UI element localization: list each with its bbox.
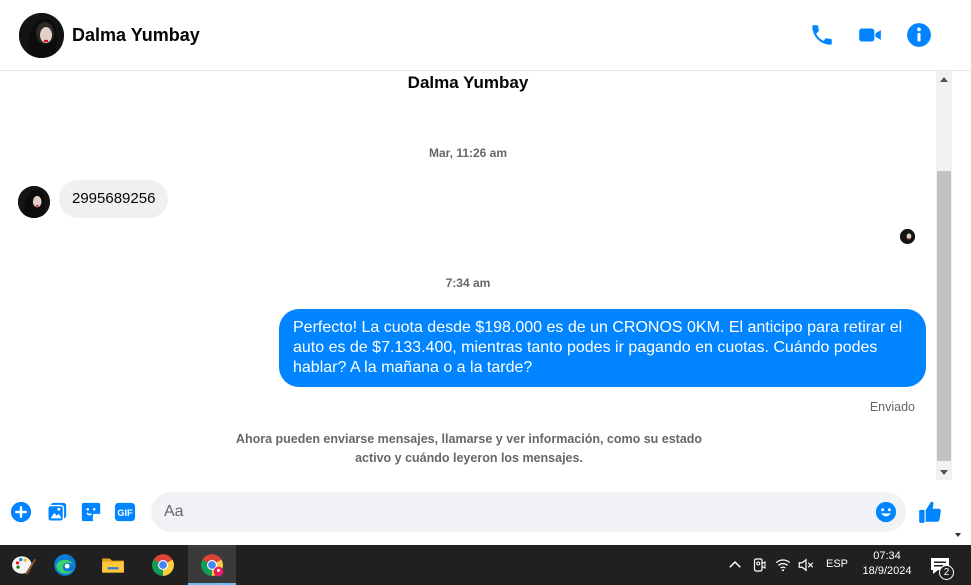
sticker-icon[interactable] — [80, 501, 102, 523]
message-timestamp: 7:34 am — [445, 276, 491, 290]
meet-now-icon[interactable] — [750, 556, 768, 574]
seen-indicator-avatar — [900, 229, 915, 244]
sent-status: Enviado — [869, 400, 915, 414]
clock-time: 07:34 — [873, 550, 901, 562]
language-indicator[interactable]: ESP — [826, 558, 848, 570]
photo-icon[interactable] — [46, 501, 68, 523]
conversation-title: Dalma Yumbay — [407, 73, 529, 92]
incoming-message-bubble[interactable]: 2995689256 — [59, 180, 169, 218]
message-composer: GIF — [0, 480, 971, 545]
speaker-muted-icon[interactable] — [797, 556, 815, 574]
notification-count-badge: 2 — [939, 565, 954, 580]
chrome-profile-icon[interactable] — [188, 545, 236, 585]
message-list: Dalma Yumbay Mar, 11:26 am 2995689256 7:… — [0, 71, 936, 480]
windows-taskbar: ESP 07:34 18/9/2024 2 — [0, 545, 971, 585]
contact-name[interactable]: Dalma Yumbay — [72, 25, 200, 46]
system-clock[interactable]: 07:34 18/9/2024 — [858, 549, 916, 579]
contact-avatar[interactable] — [19, 13, 64, 58]
chrome-icon[interactable] — [139, 545, 187, 585]
privacy-notice: Ahora pueden enviarse mensajes, llamarse… — [235, 432, 703, 465]
gif-label: GIF — [117, 508, 133, 518]
message-input[interactable] — [164, 492, 864, 532]
sender-avatar[interactable] — [18, 186, 50, 218]
info-icon[interactable] — [906, 22, 932, 48]
message-scrollbar[interactable] — [936, 71, 952, 480]
phone-icon[interactable] — [809, 22, 835, 48]
edge-icon[interactable] — [41, 545, 89, 585]
chat-header: Dalma Yumbay — [0, 0, 971, 71]
emoji-icon[interactable] — [875, 501, 897, 523]
clock-date: 18/9/2024 — [862, 565, 912, 577]
scroll-down-button[interactable] — [936, 464, 952, 480]
arrow-up-icon — [940, 76, 948, 82]
message-timestamp: Mar, 11:26 am — [428, 146, 508, 160]
chevron-up-icon[interactable] — [726, 556, 744, 574]
file-explorer-icon[interactable] — [89, 545, 137, 585]
gif-icon[interactable]: GIF — [114, 501, 136, 523]
messenger-window: Dalma Yumbay Dalma Yumbay Mar, 11:26 am … — [0, 0, 971, 585]
scroll-thumb[interactable] — [937, 171, 951, 461]
plus-icon[interactable] — [10, 501, 32, 523]
arrow-down-icon — [940, 469, 948, 475]
outgoing-message-bubble[interactable]: Perfecto! La cuota desde $198.000 es de … — [279, 309, 926, 387]
scroll-up-button[interactable] — [936, 71, 952, 87]
wifi-icon[interactable] — [774, 556, 792, 574]
thumbs-up-icon[interactable] — [917, 499, 943, 525]
video-call-icon[interactable] — [857, 22, 883, 48]
message-input-wrapper — [151, 492, 906, 532]
resize-arrow-icon — [955, 533, 961, 537]
